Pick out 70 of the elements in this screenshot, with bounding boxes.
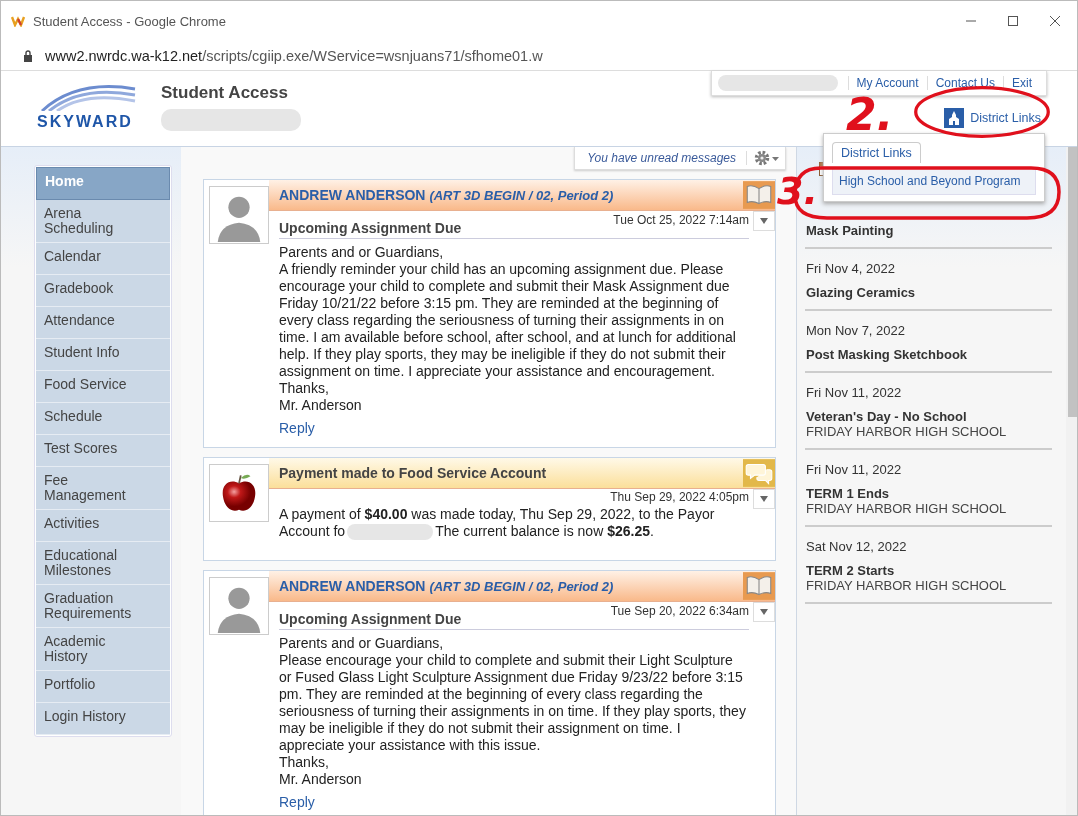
message-text: A friendly reminder your child has an upcoming assignment due. Please encourage your child to complete and submit their Mask Assignment due Friday 10/21/22 before 3:15 pm. They are reminded at the beginning of every class regarding the seriousness of turning their assignments in on time. I am available before school, after school, and at lunch for additional help. If they play sports, they may be ineligible if they do not submit their assignment on time. I appreciate your assistance and encouragement. bbox=[279, 261, 737, 380]
message-date: Thu Sep 29, 2022 4:05pm bbox=[610, 490, 749, 504]
message-text: Parents and or Guardians, bbox=[279, 635, 445, 653]
event-school: FRIDAY HARBOR HIGH SCHOOL bbox=[806, 424, 1008, 439]
event-title[interactable]: TERM 1 Ends bbox=[806, 486, 1052, 501]
caret-icon bbox=[759, 495, 769, 503]
nav-item[interactable]: Food Service bbox=[36, 371, 170, 403]
close-icon[interactable] bbox=[1049, 15, 1061, 27]
dropdown-tab[interactable]: District Links bbox=[832, 142, 921, 163]
nav-item[interactable]: Academic History bbox=[36, 628, 170, 671]
settings-icon[interactable] bbox=[753, 149, 781, 167]
school-building-icon bbox=[944, 108, 965, 128]
caret-icon bbox=[759, 608, 769, 617]
message-text: Please encourage your child to complete and submit their Light Sculpture or Fused Glass Light Sculpture Assignment due Friday 9/23/22 before 3:15 pm. They are reminded at the beginning of every class regarding the seriousness of turning their assignments in on time. If they play sports, they may be ineligible if they do not submit their assignment on time. I appreciate your assistance with this issue. bbox=[279, 652, 747, 755]
page-title: Student Access bbox=[161, 83, 289, 103]
book-icon bbox=[743, 571, 775, 602]
url-text[interactable]: www2.nwrdc.wa-k12.net/scripts/cgiip.exe/WService=wsnjuans71/sfhome01.w bbox=[45, 47, 543, 64]
annotation-number: 2. bbox=[846, 93, 894, 137]
reply-link[interactable]: Reply bbox=[279, 794, 315, 812]
scrollbar[interactable] bbox=[1066, 147, 1077, 815]
event-date: Sat Nov 12, 2022 bbox=[806, 539, 908, 554]
nav-item[interactable]: Gradebook bbox=[36, 275, 170, 307]
message-subject: Payment made to Food Service Account bbox=[278, 465, 548, 481]
event-title[interactable]: Veteran's Day - No School bbox=[806, 409, 1052, 424]
event-school: FRIDAY HARBOR HIGH SCHOOL bbox=[806, 578, 1008, 593]
header-link[interactable]: My Account bbox=[847, 76, 927, 90]
message-date: Tue Sep 20, 2022 6:34am bbox=[610, 604, 749, 619]
nav-item[interactable]: Test Scores bbox=[36, 435, 170, 467]
message-subject: Upcoming Assignment Due bbox=[279, 611, 463, 628]
message-date: Tue Oct 25, 2022 7:14am bbox=[613, 213, 749, 227]
event-title[interactable]: Post Masking Sketchbook bbox=[806, 347, 1052, 362]
message-text: Thanks, bbox=[279, 754, 330, 772]
lock-icon bbox=[23, 49, 33, 62]
message-text: Parents and or Guardians, bbox=[279, 244, 445, 261]
nav-item[interactable]: Login History bbox=[36, 703, 170, 735]
nav-item[interactable]: Fee Management bbox=[36, 467, 170, 510]
maximize-icon[interactable] bbox=[1007, 15, 1019, 27]
nav-item[interactable]: Attendance bbox=[36, 307, 170, 339]
caret-icon bbox=[759, 217, 769, 225]
nav-item[interactable]: Educational Milestones bbox=[36, 542, 170, 585]
event-date: Fri Nov 11, 2022 bbox=[806, 462, 903, 477]
nav-item[interactable]: Schedule bbox=[36, 403, 170, 435]
app-logo-icon bbox=[11, 15, 27, 27]
nav-item[interactable]: Calendar bbox=[36, 243, 170, 275]
message-text: Thanks, bbox=[279, 380, 330, 397]
dropdown-caret-button[interactable] bbox=[753, 489, 775, 509]
reply-link[interactable]: Reply bbox=[279, 420, 315, 437]
message-subject: Upcoming Assignment Due bbox=[279, 220, 463, 236]
nav-item[interactable]: Student Info bbox=[36, 339, 170, 371]
dropdown-caret-button[interactable] bbox=[753, 602, 775, 623]
dropdown-caret-button[interactable] bbox=[753, 211, 775, 231]
event-date: Fri Nov 11, 2022 bbox=[806, 385, 903, 400]
event-date: Mon Nov 7, 2022 bbox=[806, 323, 906, 338]
event-title[interactable]: Glazing Ceramics bbox=[806, 285, 1052, 300]
window-title: Student Access - Google Chrome bbox=[33, 13, 227, 29]
unread-notice[interactable]: You have unread messages bbox=[587, 151, 747, 165]
event-date: Fri Nov 4, 2022 bbox=[806, 261, 896, 276]
skyward-logo[interactable]: SKYWARD bbox=[37, 81, 149, 135]
event-title[interactable]: Mask Painting bbox=[806, 223, 1052, 238]
nav-item[interactable]: Portfolio bbox=[36, 671, 170, 703]
nav-item[interactable]: Graduation Requirements bbox=[36, 585, 170, 628]
message-text: Mr. Anderson bbox=[279, 771, 363, 789]
event-title[interactable]: TERM 2 Starts bbox=[806, 563, 1052, 578]
nav-item[interactable]: Arena Scheduling bbox=[36, 200, 170, 243]
book-icon bbox=[743, 180, 775, 210]
header-link[interactable]: Exit bbox=[1003, 76, 1040, 90]
event-school: FRIDAY HARBOR HIGH SCHOOL bbox=[806, 501, 1008, 516]
message-text: Mr. Anderson bbox=[279, 397, 363, 414]
message-text: A payment of $40.00 was made today, Thu Sep 29, 2022, to the Payor Account fo The current balance is now $26.25. bbox=[279, 506, 716, 541]
nav-item[interactable]: Activities bbox=[36, 510, 170, 542]
